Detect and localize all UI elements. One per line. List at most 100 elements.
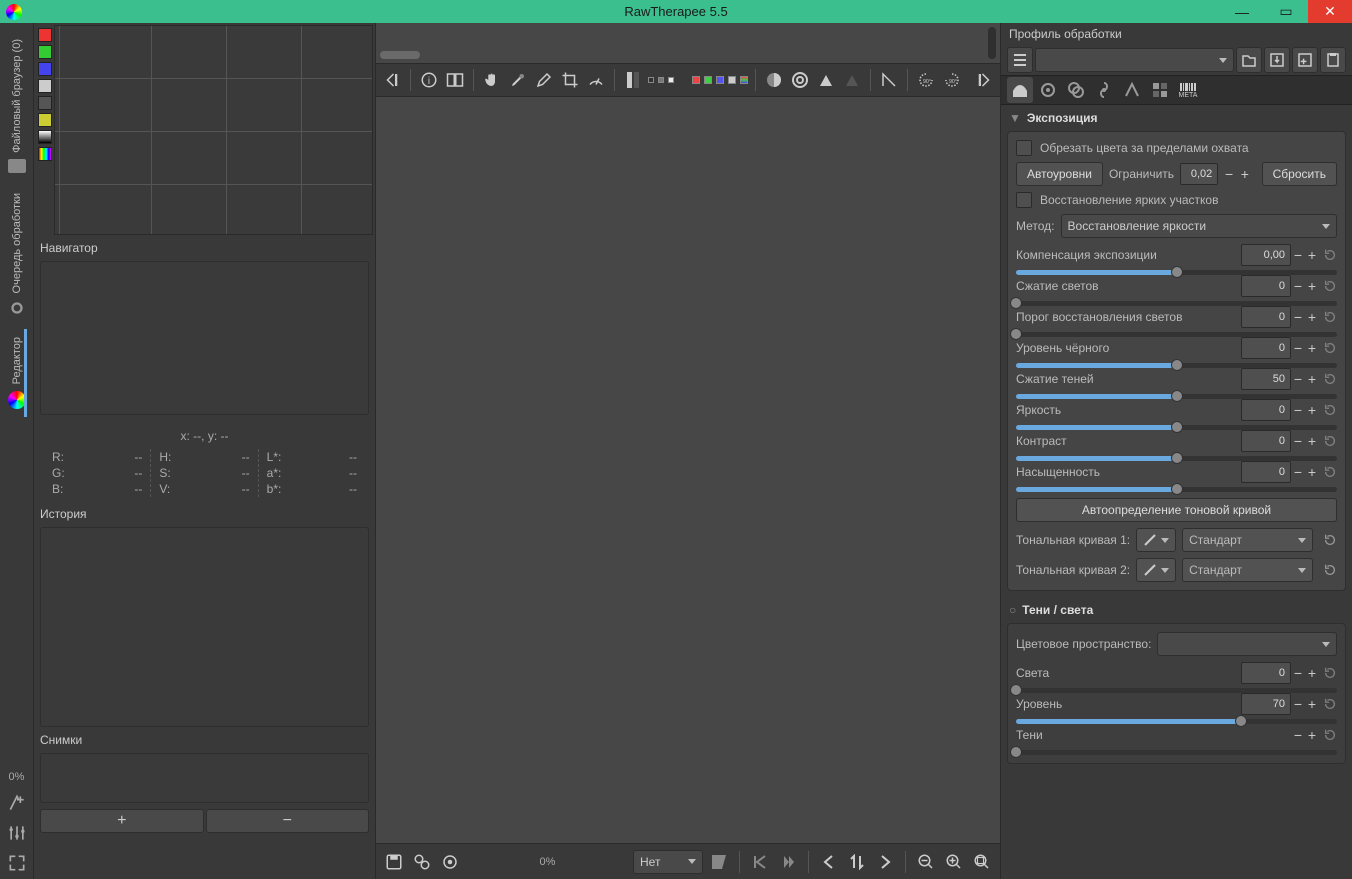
slider-track[interactable] (1016, 487, 1337, 492)
clip-limit-plus[interactable]: + (1240, 163, 1250, 185)
slider-thumb[interactable] (1171, 266, 1183, 278)
slider-minus[interactable]: − (1291, 306, 1305, 328)
slider-value-input[interactable]: 0 (1241, 662, 1291, 684)
filmstrip[interactable] (376, 23, 1000, 63)
bg-white-icon[interactable] (668, 77, 674, 83)
slider-reset-icon[interactable] (1323, 666, 1337, 680)
nav-sync-icon[interactable] (776, 850, 800, 874)
slider-thumb[interactable] (1171, 421, 1183, 433)
slider-value-input[interactable]: 0 (1241, 430, 1291, 452)
slider-reset-icon[interactable] (1323, 697, 1337, 711)
tab-raw-icon[interactable] (1147, 77, 1173, 103)
rotate-icon[interactable] (877, 68, 901, 92)
background-dropdown[interactable]: Нет (633, 850, 703, 874)
info-icon[interactable]: i (417, 68, 441, 92)
tab-transform-icon[interactable] (1119, 77, 1145, 103)
autolevels-button[interactable]: Автоуровни (1016, 162, 1103, 186)
monitor-profile-icon[interactable] (707, 850, 731, 874)
zoom-out-icon[interactable] (914, 850, 938, 874)
slider-minus[interactable]: − (1291, 461, 1305, 483)
snapshot-add-button[interactable]: + (40, 809, 204, 833)
sh-colorspace-dropdown[interactable] (1157, 632, 1337, 656)
slider-reset-icon[interactable] (1323, 310, 1337, 324)
snapshots-list[interactable] (40, 753, 369, 803)
chip-blue[interactable] (38, 62, 52, 76)
clip-highlight-icon[interactable] (840, 68, 864, 92)
slider-thumb[interactable] (1010, 328, 1022, 340)
tab-file-browser[interactable]: Файловый браузер (0) (8, 31, 26, 181)
slider-thumb[interactable] (1171, 452, 1183, 464)
sharpen-contrast-icon[interactable] (762, 68, 786, 92)
slider-plus[interactable]: + (1305, 724, 1319, 746)
slider-plus[interactable]: + (1305, 275, 1319, 297)
zoom-in-icon[interactable] (942, 850, 966, 874)
sliders-icon[interactable] (7, 823, 27, 843)
section-shadows-header[interactable]: ○Тени / света (1007, 597, 1346, 623)
bg-gray-icon[interactable] (658, 77, 664, 83)
slider-value-input[interactable]: 0 (1241, 461, 1291, 483)
slider-reset-icon[interactable] (1323, 372, 1337, 386)
close-button[interactable]: ✕ (1308, 0, 1352, 23)
slider-track[interactable] (1016, 394, 1337, 399)
profile-copy-icon[interactable] (1292, 47, 1318, 73)
slider-reset-icon[interactable] (1323, 341, 1337, 355)
chip-chroma[interactable] (38, 96, 52, 110)
fullscreen-icon[interactable] (7, 853, 27, 873)
wb-picker-icon[interactable] (506, 68, 530, 92)
slider-plus[interactable]: + (1305, 399, 1319, 421)
slider-track[interactable] (1016, 688, 1337, 693)
curve2-mode-dropdown[interactable]: Стандарт (1182, 558, 1313, 582)
navigator-preview[interactable] (40, 261, 369, 415)
image-preview[interactable] (376, 97, 1000, 843)
slider-reset-icon[interactable] (1323, 728, 1337, 742)
profile-load-icon[interactable] (1236, 47, 1262, 73)
slider-minus[interactable]: − (1291, 724, 1305, 746)
tab-advanced-icon[interactable] (1091, 77, 1117, 103)
clip-limit-minus[interactable]: − (1224, 163, 1234, 185)
slider-minus[interactable]: − (1291, 693, 1305, 715)
add-snapshot-icon[interactable] (7, 793, 27, 813)
prev-image-icon[interactable] (817, 850, 841, 874)
queue-icon[interactable] (410, 850, 434, 874)
slider-minus[interactable]: − (1291, 662, 1305, 684)
slider-track[interactable] (1016, 425, 1337, 430)
straighten-tool-icon[interactable] (584, 68, 608, 92)
rotate-right-icon[interactable]: 90° (940, 68, 964, 92)
crop-tool-icon[interactable] (558, 68, 582, 92)
slider-value-input[interactable]: 0 (1241, 399, 1291, 421)
slider-thumb[interactable] (1235, 715, 1247, 727)
slider-track[interactable] (1016, 363, 1337, 368)
slider-thumb[interactable] (1171, 359, 1183, 371)
bg-black-icon[interactable] (648, 77, 654, 83)
slider-plus[interactable]: + (1305, 461, 1319, 483)
slider-value-input[interactable]: 70 (1241, 693, 1291, 715)
tab-queue[interactable]: Очередь обработки (8, 185, 26, 325)
slider-value-input[interactable]: 0,00 (1241, 244, 1291, 266)
filmstrip-scrollbar[interactable] (988, 27, 996, 59)
zoom-fit-icon[interactable] (970, 850, 994, 874)
nav-first-icon[interactable] (748, 850, 772, 874)
swap-icon[interactable] (845, 850, 869, 874)
slider-reset-icon[interactable] (1323, 434, 1337, 448)
slider-track[interactable] (1016, 719, 1337, 724)
external-editor-icon[interactable] (438, 850, 462, 874)
maximize-button[interactable]: ▭ (1264, 0, 1308, 23)
clip-limit-input[interactable]: 0,02 (1180, 163, 1218, 185)
slider-plus[interactable]: + (1305, 244, 1319, 266)
slider-track[interactable] (1016, 332, 1337, 337)
slider-value-input[interactable]: 0 (1241, 275, 1291, 297)
hl-recon-checkbox[interactable] (1016, 192, 1032, 208)
curve1-type-dropdown[interactable] (1136, 528, 1176, 552)
tab-editor[interactable]: Редактор (8, 329, 26, 416)
clip-shadow-icon[interactable] (814, 68, 838, 92)
slider-minus[interactable]: − (1291, 368, 1305, 390)
slider-track[interactable] (1016, 301, 1337, 306)
slider-plus[interactable]: + (1305, 337, 1319, 359)
gamut-icon[interactable] (788, 68, 812, 92)
history-list[interactable] (40, 527, 369, 727)
curve2-type-dropdown[interactable] (1136, 558, 1176, 582)
toggle-left-panel-icon[interactable] (380, 68, 404, 92)
curve1-reset-icon[interactable] (1323, 533, 1337, 547)
minimize-button[interactable]: — (1220, 0, 1264, 23)
slider-thumb[interactable] (1010, 684, 1022, 696)
